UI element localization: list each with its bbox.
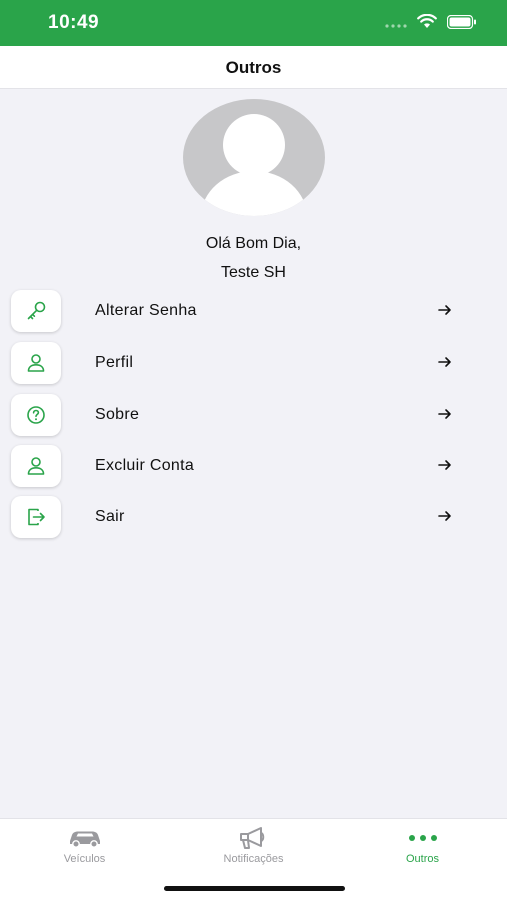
person-icon [27,354,45,372]
menu-item-excluir-conta[interactable]: Excluir Conta [0,445,507,489]
status-time: 10:49 [48,12,100,33]
user-name: Teste SH [221,264,286,281]
tab-label: Outros [405,853,439,865]
tab-veiculos[interactable]: Veículos [0,819,169,879]
arrow-right-icon [438,305,451,315]
tab-label: Notificações [223,853,284,865]
menu-item-sobre[interactable]: Sobre [0,394,507,438]
car-icon [69,831,100,848]
megaphone-icon [239,827,264,849]
status-bar: 10:49 [0,0,507,46]
menu-label: Alterar Senha [95,302,197,319]
menu-icon-box [11,394,61,436]
menu-label: Excluir Conta [95,457,195,474]
question-circle-icon [27,406,45,424]
greeting-text: Olá Bom Dia, [205,235,302,252]
arrow-right-icon [438,409,451,419]
menu-label: Sair [95,508,125,525]
menu-item-perfil[interactable]: Perfil [0,342,507,386]
tab-notificacoes[interactable]: Notificações [169,819,338,879]
menu-item-alterar-senha[interactable]: Alterar Senha [0,290,507,334]
tab-outros[interactable]: Outros [338,819,507,879]
menu-label: Perfil [95,354,134,371]
logout-icon [28,508,45,526]
menu-item-sair[interactable]: Sair [0,496,507,540]
home-indicator[interactable] [164,886,345,891]
menu-icon-box [11,290,61,332]
tab-label: Veículos [63,853,106,865]
menu-label: Sobre [95,406,140,423]
signal-dots-icon [385,15,407,33]
nav-header: Outros [0,46,507,89]
more-dots-icon [408,835,437,841]
arrow-right-icon [438,357,451,367]
user-placeholder-icon [201,114,307,216]
key-icon [27,301,46,320]
arrow-right-icon [438,511,451,521]
battery-icon [446,14,477,34]
menu-icon-box [11,496,61,538]
status-icons [385,13,477,34]
menu-icon-box [11,342,61,384]
arrow-right-icon [438,460,451,470]
person-icon [27,457,45,475]
page-title: Outros [225,58,282,77]
avatar [183,99,325,216]
menu-icon-box [11,445,61,487]
wifi-icon [417,13,437,34]
